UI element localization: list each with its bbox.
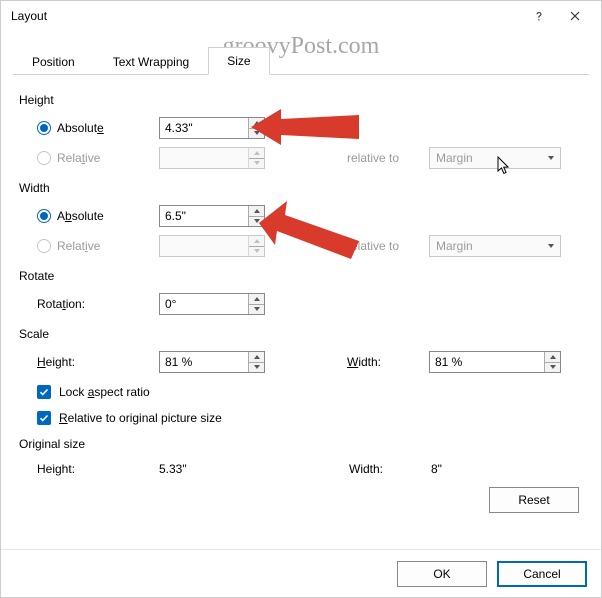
- spin-down-icon[interactable]: [249, 217, 264, 227]
- relative-original-label: Relative to original picture size: [59, 411, 222, 425]
- height-relative-input: [159, 147, 265, 169]
- height-absolute-label: Absolute: [57, 121, 104, 135]
- group-scale-label: Scale: [19, 327, 583, 341]
- rotation-label: Rotation:: [37, 297, 85, 311]
- height-absolute-input[interactable]: 4.33": [159, 117, 265, 139]
- lock-aspect-label: Lock aspect ratio: [59, 385, 150, 399]
- spin-up-icon[interactable]: [545, 352, 560, 363]
- cancel-button[interactable]: Cancel: [497, 561, 587, 587]
- scale-width-input[interactable]: 81 %: [429, 351, 561, 373]
- help-button[interactable]: [521, 2, 557, 30]
- width-relative-radio[interactable]: [37, 239, 51, 253]
- width-absolute-label: Absolute: [57, 209, 104, 223]
- spin-up-icon[interactable]: [249, 352, 264, 363]
- width-absolute-input[interactable]: 6.5": [159, 205, 265, 227]
- window-title: Layout: [11, 9, 521, 23]
- tab-bar: Position Text Wrapping Size: [13, 45, 589, 75]
- lock-aspect-checkbox[interactable]: [37, 385, 51, 399]
- width-relative-label: Relative: [57, 239, 100, 253]
- spin-down-icon[interactable]: [249, 305, 264, 315]
- scale-width-label: Width:: [347, 355, 381, 369]
- scale-height-label: Height:: [37, 355, 75, 369]
- original-height-value: 5.33": [159, 462, 187, 476]
- reset-button[interactable]: Reset: [489, 487, 579, 513]
- rotation-input[interactable]: 0°: [159, 293, 265, 315]
- spin-down-icon[interactable]: [545, 363, 560, 373]
- spin-down-icon[interactable]: [249, 363, 264, 373]
- close-button[interactable]: [557, 2, 593, 30]
- tab-size[interactable]: Size: [208, 47, 269, 75]
- group-width-label: Width: [19, 181, 583, 195]
- group-rotate-label: Rotate: [19, 269, 583, 283]
- tab-text-wrapping[interactable]: Text Wrapping: [94, 48, 208, 75]
- title-bar: Layout: [1, 1, 601, 31]
- scale-height-input[interactable]: 81 %: [159, 351, 265, 373]
- group-original-label: Original size: [19, 437, 583, 451]
- relative-original-checkbox[interactable]: [37, 411, 51, 425]
- width-relative-to-combo: Margin: [429, 235, 561, 257]
- tab-position[interactable]: Position: [13, 48, 94, 75]
- spin-up-icon[interactable]: [249, 206, 264, 217]
- height-relative-to-label: relative to: [347, 151, 399, 165]
- width-relative-to-label: relative to: [347, 239, 399, 253]
- chevron-down-icon: [542, 244, 560, 248]
- width-relative-input: [159, 235, 265, 257]
- ok-button[interactable]: OK: [397, 561, 487, 587]
- height-relative-to-combo: Margin: [429, 147, 561, 169]
- group-height-label: Height: [19, 93, 583, 107]
- spin-down-icon[interactable]: [249, 129, 264, 139]
- chevron-down-icon: [542, 156, 560, 160]
- original-height-label: Height:: [37, 462, 75, 476]
- original-width-value: 8": [431, 462, 442, 476]
- height-relative-radio[interactable]: [37, 151, 51, 165]
- width-absolute-radio[interactable]: [37, 209, 51, 223]
- original-width-label: Width:: [349, 462, 383, 476]
- dialog-footer: OK Cancel: [1, 549, 601, 597]
- spin-up-icon[interactable]: [249, 118, 264, 129]
- height-relative-label: Relative: [57, 151, 100, 165]
- spin-up-icon[interactable]: [249, 294, 264, 305]
- height-absolute-radio[interactable]: [37, 121, 51, 135]
